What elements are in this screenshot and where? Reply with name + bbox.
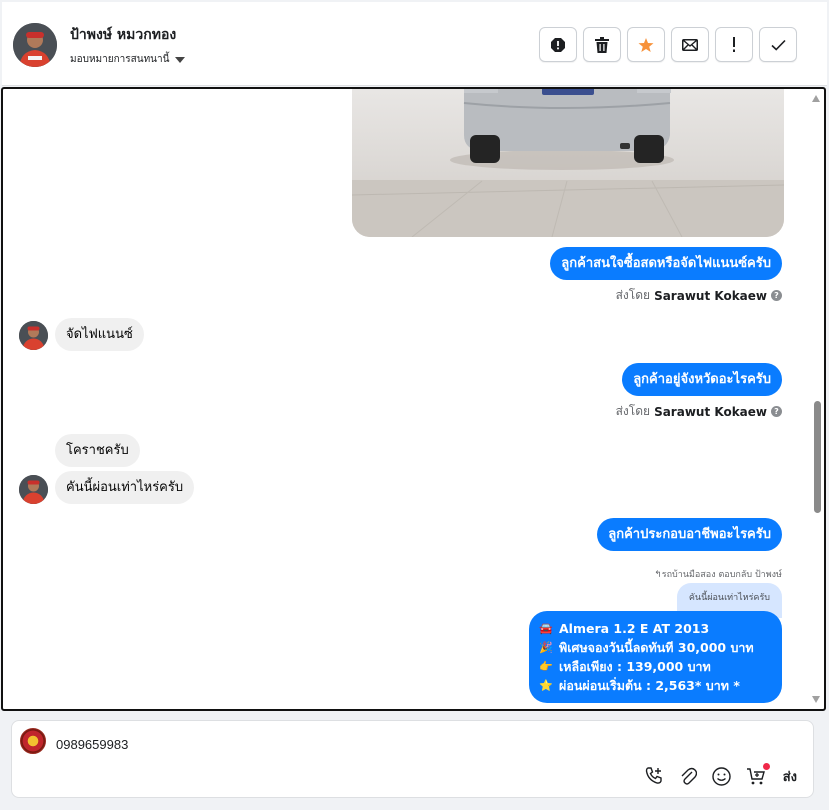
card-line: 🎉 พิเศษจองวันนี้ลดทันที 30,000 บาท	[539, 638, 772, 657]
composer-tools: ส่ง	[643, 763, 797, 787]
mark-unread-button[interactable]	[671, 27, 709, 62]
star-icon: ⭐	[539, 679, 553, 692]
assign-label: มอบหมายการสนทนานี้	[70, 54, 170, 65]
page-logo-avatar	[20, 728, 46, 754]
contact-name[interactable]: ป้าพงษ์ หมวกทอง	[70, 24, 176, 46]
paperclip-icon	[681, 767, 697, 785]
reply-arrow-icon: ↰	[654, 570, 662, 580]
message-bubble-out[interactable]: ลูกค้าสนใจซื้อสดหรือจัดไฟแนนซ์ครับ	[550, 247, 782, 280]
sent-by-label: ส่งโดย	[615, 404, 651, 418]
done-button[interactable]	[759, 27, 797, 62]
phone-plus-icon	[645, 767, 662, 784]
notification-dot	[762, 763, 770, 770]
scrollbar-thumb[interactable]	[814, 401, 821, 513]
message-input[interactable]	[56, 734, 656, 754]
message-bubble-out[interactable]: ลูกค้าอยู่จังหวัดอะไรครับ	[622, 363, 782, 396]
contact-avatar-small[interactable]	[19, 475, 48, 504]
card-line-text: Almera 1.2 E AT 2013	[559, 621, 710, 636]
conversation-actions	[539, 27, 797, 62]
send-button[interactable]: ส่ง	[783, 766, 797, 787]
card-line: ⭐ ผ่อนผ่อนเริ่มต้น : 2,563* บาท *	[539, 676, 772, 695]
cart-plus-icon	[746, 768, 765, 785]
alert-octagon-icon	[551, 37, 565, 52]
attach-button[interactable]	[677, 765, 699, 787]
star-button[interactable]	[627, 27, 665, 62]
card-line: 👉 เหลือเพียง : 139,000 บาท	[539, 657, 772, 676]
message-bubble-in[interactable]: คันนี้ผ่อนเท่าไหร่ครับ	[55, 471, 195, 504]
sent-by-info: ส่งโดย Sarawut Kokaew ?	[616, 286, 782, 305]
call-button[interactable]	[643, 765, 665, 787]
reply-label-text: รถบ้านมือสอง ตอบกลับ ป้าพงษ์	[661, 570, 782, 580]
pointing-hand-icon: 👉	[539, 660, 553, 673]
chevron-down-icon	[175, 56, 186, 63]
assign-conversation-dropdown[interactable]: มอบหมายการสนทนานี้	[70, 52, 186, 67]
message-bubble-in[interactable]: โคราชครับ	[55, 434, 140, 467]
reply-label: ↰รถบ้านมือสอง ตอบกลับ ป้าพงษ์	[654, 567, 782, 581]
conversation-header: ป้าพงษ์ หมวกทอง มอบหมายการสนทนานี้	[2, 2, 827, 86]
sent-by-name: Sarawut Kokaew	[654, 288, 767, 303]
exclamation-icon	[733, 37, 735, 52]
sent-by-name: Sarawut Kokaew	[654, 404, 767, 419]
car-icon: 🚘	[539, 622, 553, 635]
important-button[interactable]	[715, 27, 753, 62]
message-composer: ส่ง	[11, 720, 814, 798]
emoji-button[interactable]	[711, 765, 733, 787]
card-line-text: พิเศษจองวันนี้ลดทันที 30,000 บาท	[559, 640, 754, 655]
delete-button[interactable]	[583, 27, 621, 62]
car-photo[interactable]	[352, 89, 784, 237]
envelope-icon	[682, 38, 698, 51]
party-icon: 🎉	[539, 641, 553, 654]
add-to-cart-button[interactable]	[745, 763, 770, 787]
help-icon[interactable]: ?	[771, 406, 782, 417]
smiley-icon	[712, 766, 731, 786]
card-line: 🚘 Almera 1.2 E AT 2013	[539, 619, 772, 638]
card-line-text: เหลือเพียง : 139,000 บาท	[559, 659, 711, 674]
scroll-up-arrow[interactable]	[812, 95, 820, 102]
message-bubble-out[interactable]: ลูกค้าประกอบอาชีพอะไรครับ	[597, 518, 782, 551]
sent-by-info: ส่งโดย Sarawut Kokaew ?	[616, 402, 782, 421]
contact-avatar-small[interactable]	[19, 321, 48, 350]
trash-icon	[595, 36, 609, 53]
car-image	[352, 89, 784, 237]
check-icon	[770, 39, 786, 51]
sent-by-label: ส่งโดย	[615, 288, 651, 302]
star-icon	[638, 37, 654, 52]
spam-button[interactable]	[539, 27, 577, 62]
scroll-down-arrow[interactable]	[812, 696, 820, 703]
message-thread[interactable]: ลูกค้าสนใจซื้อสดหรือจัดไฟแนนซ์ครับ ส่งโด…	[1, 87, 826, 711]
listing-card-bubble[interactable]: 🚘 Almera 1.2 E AT 2013 🎉 พิเศษจองวันนี้ล…	[529, 611, 782, 703]
contact-avatar[interactable]	[13, 23, 57, 67]
help-icon[interactable]: ?	[771, 290, 782, 301]
card-line-text: ผ่อนผ่อนเริ่มต้น : 2,563* บาท *	[559, 678, 740, 693]
message-bubble-in[interactable]: จัดไฟแนนซ์	[55, 318, 144, 351]
